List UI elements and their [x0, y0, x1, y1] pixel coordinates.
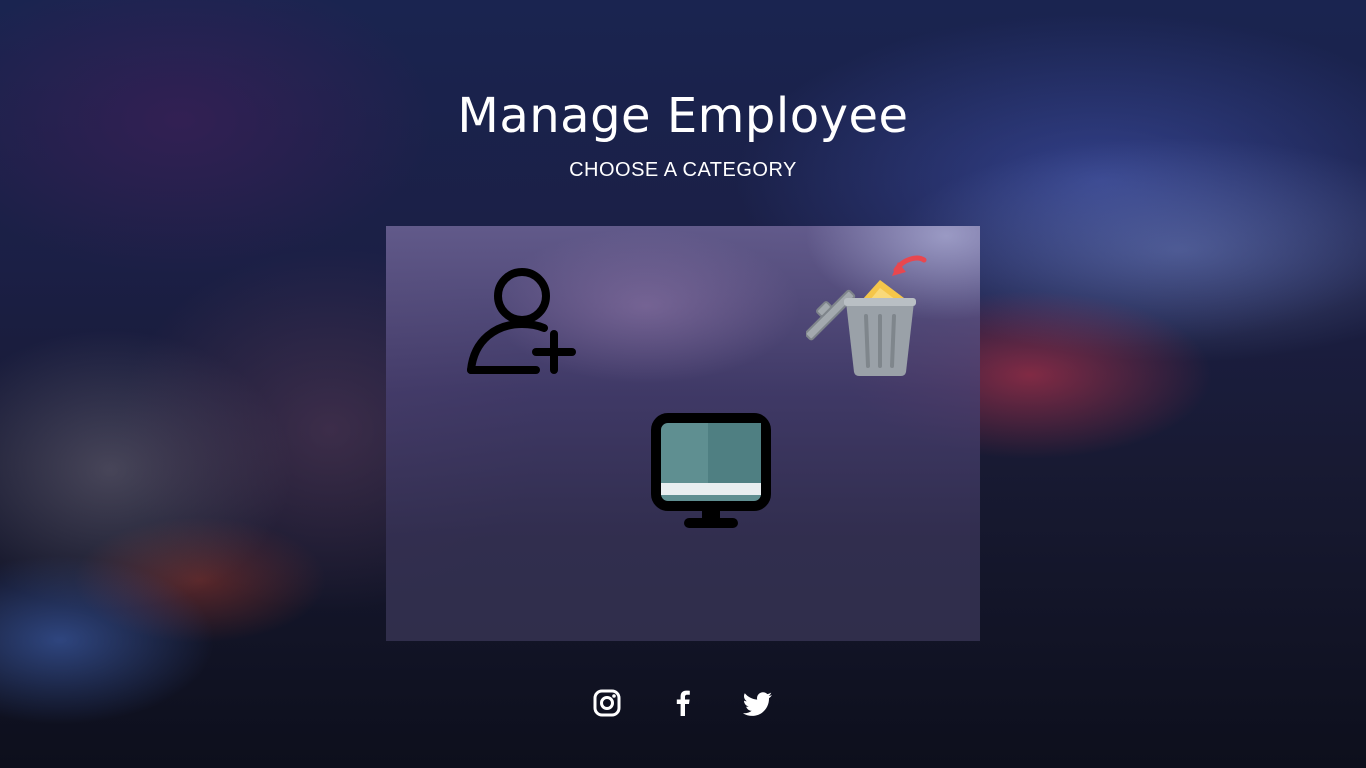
instagram-link[interactable]	[592, 688, 622, 718]
page-title: Manage Employee	[457, 88, 909, 144]
monitor-icon	[651, 413, 771, 528]
instagram-icon	[593, 689, 621, 717]
facebook-icon	[676, 690, 690, 716]
add-employee-button[interactable]	[466, 264, 578, 376]
twitter-link[interactable]	[742, 688, 772, 718]
page-subtitle: CHOOSE A CATEGORY	[569, 159, 797, 181]
page-header: Manage Employee CHOOSE A CATEGORY	[0, 86, 1366, 182]
delete-employee-button[interactable]	[804, 254, 930, 378]
social-links	[592, 688, 776, 722]
user-plus-icon	[467, 268, 576, 374]
view-employees-button[interactable]	[650, 412, 772, 532]
twitter-icon	[742, 692, 772, 716]
facebook-link[interactable]	[668, 688, 698, 718]
trash-can-icon	[804, 255, 927, 376]
